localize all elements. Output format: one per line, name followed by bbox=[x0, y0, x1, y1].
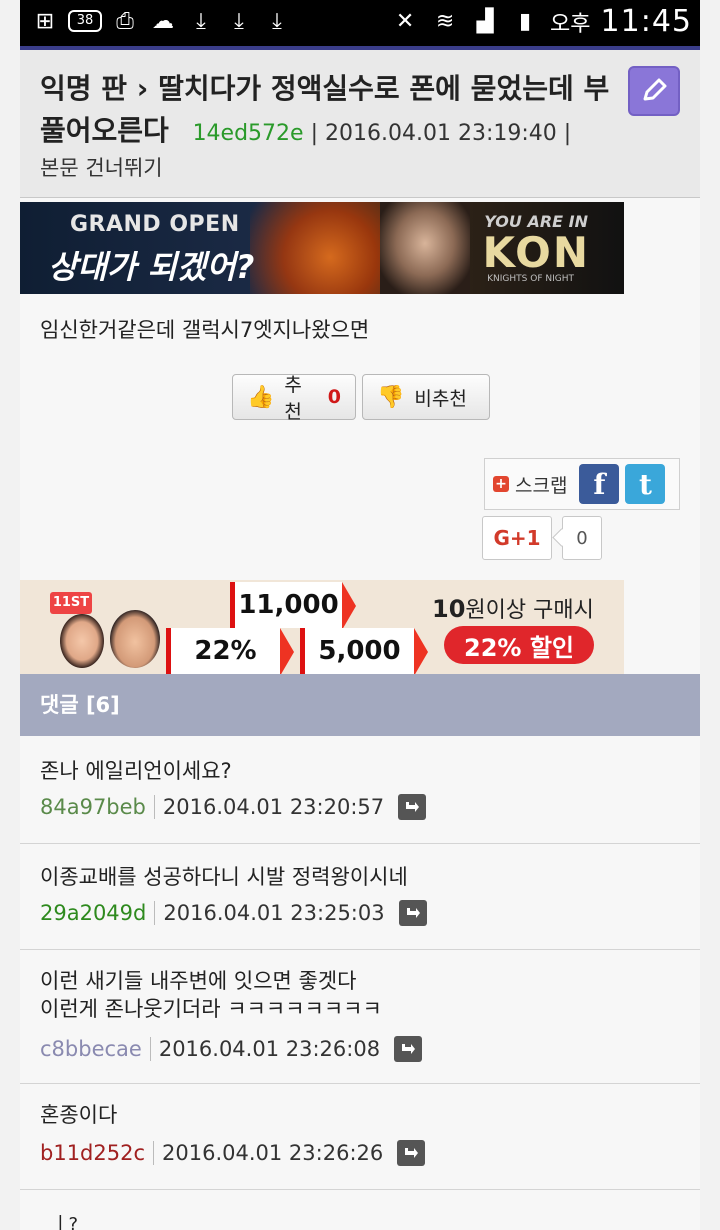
post-header: 익명 판 › 딸치다가 정액실수로 폰에 묻었는데 부풀어오른다 14ed572… bbox=[20, 50, 700, 198]
reply-icon[interactable] bbox=[397, 1140, 426, 1166]
comment-author-id: b11d252c bbox=[40, 1141, 155, 1165]
post-author-id: 14ed572e bbox=[192, 121, 304, 146]
comment-author-id: c8bbecae bbox=[40, 1037, 151, 1061]
reply-icon[interactable] bbox=[398, 794, 427, 820]
gplus-button[interactable]: G+1 bbox=[482, 516, 552, 560]
comment-author-id: 84a97beb bbox=[40, 795, 155, 819]
ad-logo: KON bbox=[482, 228, 590, 277]
post-title: 익명 판 › 딸치다가 정액실수로 폰에 묻었는데 부풀어오른다 14ed572… bbox=[40, 68, 620, 155]
comment-meta: c8bbecae 2016.04.01 23:26:08 bbox=[40, 1036, 423, 1062]
comment-meta: 29a2049d 2016.04.01 23:25:03 bbox=[40, 900, 427, 926]
comment-text-partial: ㅣ? bbox=[52, 1214, 79, 1230]
comment-meta: b11d252c 2016.04.01 23:26:26 bbox=[40, 1140, 426, 1166]
download-icon: ⤓ bbox=[234, 8, 244, 34]
badge-count: 38 bbox=[68, 10, 102, 32]
comment-datetime: 2016.04.01 23:26:26 bbox=[162, 1141, 384, 1165]
ad-logo-sub: KNIGHTS OF NIGHT bbox=[487, 274, 574, 284]
shopping-banner-ad[interactable]: 11ST 11,000 22% 5,000 10원이상 구매시 22% 할인 bbox=[20, 580, 624, 674]
shop-condition: 10원이상 구매시 bbox=[432, 592, 594, 624]
upvote-label: 추천 bbox=[284, 374, 302, 423]
ad-headline: GRAND OPEN bbox=[70, 212, 240, 237]
discount-pill: 22% 할인 bbox=[444, 626, 594, 664]
scrap-button[interactable]: 스크랩 bbox=[515, 471, 567, 498]
mute-icon: ✕ bbox=[395, 9, 415, 34]
shop-condition-amount: 10 bbox=[432, 595, 466, 623]
downvote-label: 비추천 bbox=[414, 387, 467, 410]
comment-datetime: 2016.04.01 23:26:08 bbox=[158, 1037, 381, 1061]
write-button[interactable] bbox=[628, 66, 680, 116]
gplus-count: 0 bbox=[562, 516, 602, 560]
post-meta: 14ed572e | 2016.04.01 23:19:40 | bbox=[192, 121, 572, 146]
cloud-icon: ☁ bbox=[152, 8, 174, 34]
upvote-button[interactable]: 👍 추천 0 bbox=[232, 374, 356, 423]
download-icon: ⤓ bbox=[196, 8, 206, 34]
post-datetime: 2016.04.01 23:19:40 bbox=[325, 121, 557, 146]
reply-icon[interactable] bbox=[394, 1036, 423, 1062]
price-tag: 11,000 bbox=[230, 582, 356, 630]
shop-condition-text: 원이상 구매시 bbox=[465, 598, 594, 623]
download-icon: ⤓ bbox=[272, 8, 282, 34]
price-tag: 5,000 bbox=[300, 628, 428, 674]
signal-icon: ▟ bbox=[476, 9, 494, 34]
comment-meta: 84a97beb 2016.04.01 23:20:57 bbox=[40, 794, 427, 820]
status-bar: ⊞ 38 ⎙ ☁ ⤓ ⤓ ⤓ ✕ ≋ ▟ ▮ 오후 11:45 bbox=[20, 0, 700, 46]
comment-text: 존나 에일리언이세요? bbox=[40, 759, 232, 783]
status-time: 11:45 bbox=[600, 4, 692, 39]
post-body: 임신한거같은데 갤럭시7엣지나왔으면 bbox=[40, 318, 370, 342]
breadcrumb-separator: › bbox=[136, 72, 149, 105]
downvote-button[interactable]: 👎 비추천 bbox=[362, 374, 490, 420]
comment-item: 이종교배를 성공하다니 시발 정력왕이시네 29a2049d 2016.04.0… bbox=[20, 844, 700, 950]
skip-content-link[interactable]: 본문 건너뛰기 bbox=[40, 152, 163, 182]
comment-datetime: 2016.04.01 23:20:57 bbox=[162, 795, 385, 819]
comment-text-line2: 이런게 존나웃기더라 ㅋㅋㅋㅋㅋㅋㅋㅋ bbox=[40, 997, 382, 1021]
ad-person-image bbox=[60, 614, 104, 668]
comment-author-id: 29a2049d bbox=[40, 901, 156, 925]
board-link[interactable]: 익명 판 bbox=[40, 72, 127, 105]
comment-datetime: 2016.04.01 23:25:03 bbox=[163, 901, 385, 925]
battery-icon: ▮ bbox=[518, 9, 532, 34]
comment-text: 이종교배를 성공하다니 시발 정력왕이시네 bbox=[40, 865, 408, 889]
pencil-icon bbox=[643, 78, 667, 101]
comment-item: 혼종이다 b11d252c 2016.04.01 23:26:26 bbox=[20, 1084, 700, 1190]
wifi-icon: ≋ bbox=[435, 9, 455, 34]
download-done-icon: ⎙ bbox=[116, 8, 134, 34]
vote-row: 👍 추천 0 👎 비추천 bbox=[232, 374, 490, 423]
upvote-count: 0 bbox=[327, 386, 341, 408]
comment-item: 이런 새기들 내주변에 잇으면 좋겟다 이런게 존나웃기더라 ㅋㅋㅋㅋㅋㅋㅋㅋ … bbox=[20, 950, 700, 1084]
reply-icon[interactable] bbox=[398, 900, 427, 926]
status-ampm: 오후 bbox=[550, 11, 591, 37]
thumbs-down-icon: 👎 bbox=[377, 384, 405, 410]
game-banner-ad[interactable]: GRAND OPEN 상대가 되겠어? YOU ARE IN KON KNIGH… bbox=[20, 202, 624, 294]
comment-text: 혼종이다 bbox=[40, 1103, 118, 1127]
discount-tag: 22% bbox=[166, 628, 294, 674]
twitter-icon[interactable]: t bbox=[625, 464, 666, 504]
ad-character-image bbox=[380, 202, 470, 294]
share-box: + 스크랩 f t bbox=[484, 458, 680, 510]
plus-notification-icon: ⊞ bbox=[35, 8, 55, 34]
comment-text: 이런 새기들 내주변에 잇으면 좋겟다 bbox=[40, 969, 357, 993]
comments-header: 댓글 [6] bbox=[20, 674, 700, 736]
comment-item: 존나 에일리언이세요? 84a97beb 2016.04.01 23:20:57 bbox=[20, 736, 700, 844]
ad-person-image bbox=[110, 610, 160, 668]
shop-logo: 11ST bbox=[50, 592, 92, 614]
thumbs-up-icon: 👍 bbox=[247, 384, 275, 410]
scrap-plus-icon: + bbox=[493, 476, 509, 492]
facebook-icon[interactable]: f bbox=[579, 464, 620, 504]
ad-slogan: 상대가 되겠어? bbox=[48, 248, 255, 286]
